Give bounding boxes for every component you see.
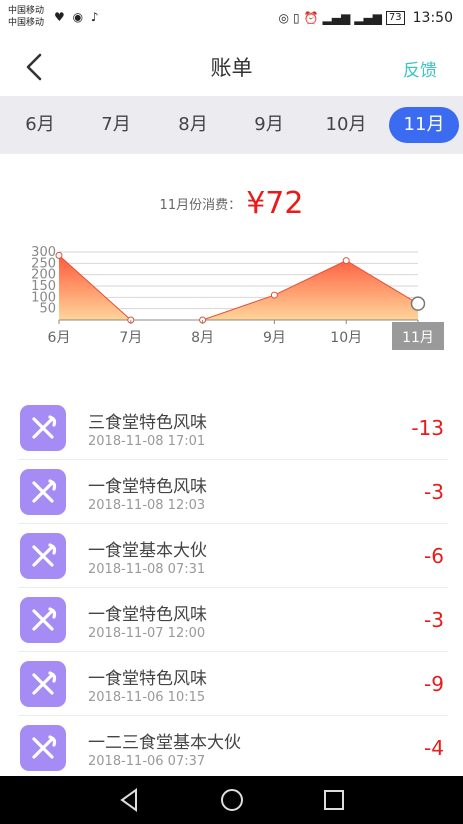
y-tick-label: 300 [31, 245, 56, 260]
x-tick-label: 6月 [48, 330, 71, 346]
transaction-time: 2018-11-06 10:15 [88, 690, 206, 705]
signal-4g-icon: ▂▄▆ [354, 11, 382, 25]
transaction-amount: -13 [411, 416, 444, 440]
carrier-info: 中国移动 中国移动 [8, 5, 44, 29]
fork-knife-icon [20, 533, 66, 579]
page-title: 账单 [210, 56, 253, 80]
transaction-name: 一食堂基本大伙 [88, 541, 207, 561]
transaction-row[interactable]: 一食堂特色风味 2018-11-06 10:15 -9 [18, 652, 448, 716]
data-point [270, 291, 278, 299]
transaction-time: 2018-11-08 17:01 [88, 434, 206, 449]
x-tick-label: 10月 [330, 330, 362, 346]
heart-rate-icon: ♥ [54, 10, 67, 24]
data-point [410, 296, 426, 311]
fork-knife-icon [20, 725, 66, 771]
fork-knife-icon [20, 661, 66, 707]
summary-label: 11月份消费： [159, 198, 242, 213]
system-icons: ◎ ▯ ⏰ ▂▄▆ ▂▄▆ 73 13:50 [278, 10, 453, 26]
status-bar: 中国移动 中国移动 ♥ ◉ ♪ ◎ ▯ ⏰ ▂▄▆ ▂▄▆ 73 13:50 [0, 0, 463, 38]
transaction-amount: -6 [424, 544, 444, 568]
nav-recents-icon[interactable] [320, 786, 348, 814]
system-nav-bar [0, 776, 463, 824]
transaction-name: 一食堂特色风味 [88, 605, 207, 625]
transaction-row[interactable]: 三食堂特色风味 2018-11-08 17:01 -13 [18, 396, 448, 460]
carrier-2: 中国移动 [8, 18, 45, 28]
tab-month-9[interactable]: 9月 [239, 107, 299, 143]
data-point [342, 257, 350, 265]
transaction-row[interactable]: 一食堂特色风味 2018-11-08 12:03 -3 [18, 460, 448, 524]
data-point [55, 251, 63, 259]
alarm-icon: ⏰ [303, 11, 319, 25]
tab-month-10[interactable]: 10月 [316, 107, 376, 143]
transaction-amount: -4 [424, 736, 444, 760]
tab-month-11[interactable]: 11月 [389, 107, 459, 143]
transaction-name: 三食堂特色风味 [88, 413, 207, 433]
x-tick-label: 7月 [119, 330, 142, 346]
app-header: 账单 反馈 [0, 38, 463, 96]
transaction-amount: -3 [424, 480, 444, 504]
spending-chart: 50100150200250300 6月 7月 8月 9月 10月 11月 [31, 245, 444, 350]
chart-area [59, 255, 418, 320]
nav-back-icon[interactable] [116, 786, 144, 814]
x-tick-label: 8月 [191, 330, 214, 346]
transaction-time: 2018-11-07 12:00 [88, 626, 206, 641]
monthly-summary: 11月份消费： ¥72 [0, 186, 463, 221]
clock: 13:50 [412, 10, 453, 26]
x-tick-label: 9月 [263, 330, 286, 346]
tiktok-icon: ♪ [90, 10, 101, 24]
signal-icon: ▂▄▆ [322, 11, 351, 25]
transaction-name: 一食堂特色风味 [88, 477, 207, 497]
transaction-name: 一食堂特色风味 [88, 669, 207, 689]
chevron-left-icon[interactable] [22, 52, 52, 82]
chart-x-ticks: 6月 7月 8月 9月 10月 11月 [48, 320, 444, 350]
transaction-time: 2018-11-08 07:31 [88, 562, 206, 577]
fork-knife-icon [20, 469, 66, 515]
hotspot-icon: ◎ [278, 11, 289, 25]
notification-icons: ♥ ◉ ♪ [54, 10, 101, 24]
summary-amount: ¥72 [246, 186, 304, 221]
transaction-row[interactable]: 一食堂基本大伙 2018-11-08 07:31 -6 [18, 524, 448, 588]
month-tabs: 6月 7月 8月 9月 10月 11月 [0, 96, 463, 154]
transaction-amount: -9 [424, 672, 444, 696]
transaction-row[interactable]: 一食堂特色风味 2018-11-07 12:00 -3 [18, 588, 448, 652]
feedback-button[interactable]: 反馈 [403, 56, 437, 81]
transaction-time: 2018-11-08 12:03 [88, 498, 206, 513]
chart-y-ticks: 50100150200250300 [31, 245, 56, 317]
fork-knife-icon [20, 405, 66, 451]
tab-month-7[interactable]: 7月 [86, 107, 146, 143]
transaction-amount: -3 [424, 608, 444, 632]
fork-knife-icon [20, 597, 66, 643]
tab-month-8[interactable]: 8月 [163, 107, 223, 143]
x-tick-label: 11月 [402, 330, 434, 346]
transaction-row[interactable]: 一二三食堂基本大伙 2018-11-06 07:37 -4 [18, 716, 448, 780]
tab-month-6[interactable]: 6月 [10, 107, 70, 143]
nav-home-icon[interactable] [218, 786, 246, 814]
transaction-time: 2018-11-06 07:37 [88, 754, 206, 769]
app-icon: ◉ [72, 10, 86, 24]
transaction-name: 一二三食堂基本大伙 [88, 733, 241, 753]
carrier-1: 中国移动 [8, 6, 45, 16]
transaction-list: 三食堂特色风味 2018-11-08 17:01 -13 一食堂特色风味 201… [18, 396, 448, 780]
vibrate-icon: ▯ [292, 11, 300, 25]
battery-icon: 73 [385, 11, 405, 25]
